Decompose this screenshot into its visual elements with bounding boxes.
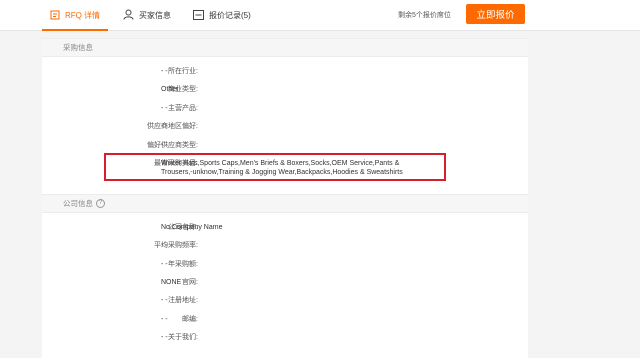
tab-quote-records[interactable]: 报价记录(5) — [193, 0, 251, 31]
row-value: - - — [161, 105, 168, 112]
row-value: - - — [161, 123, 168, 130]
question-circle-icon[interactable]: ? — [96, 199, 105, 208]
tab-rfq-label: RFQ 详情 — [64, 11, 101, 20]
row-value: - - — [161, 68, 168, 75]
rfq-detail-panel: 采购信息 所在行业: - - 商业类型: Other 主营产品: - - 供应商… — [42, 38, 528, 358]
row-value: No Company Name — [161, 224, 223, 231]
quote-list-icon — [193, 9, 204, 22]
user-icon — [123, 9, 134, 22]
row-value: NONE — [161, 279, 182, 286]
company-info-heading: 公司信息 ? — [42, 194, 528, 213]
row-value: - - — [161, 316, 168, 323]
row-value: - - — [161, 142, 168, 149]
row-value: - - — [161, 261, 168, 268]
document-icon — [50, 10, 60, 22]
tab-rfq-details[interactable]: RFQ 详情 — [42, 0, 108, 31]
quote-now-button[interactable]: 立即报价 — [466, 4, 525, 24]
tab-buyer-label: 买家信息 — [139, 11, 171, 20]
top-nav-bar: RFQ 详情 买家信息 报价记录(5) 剩余5个报价席位 立即报价 — [0, 0, 640, 31]
remaining-quote-slots: 剩余5个报价席位 — [398, 12, 451, 19]
tab-buyer-info[interactable]: 买家信息 — [123, 0, 171, 31]
purchase-info-title: 采购信息 — [63, 43, 93, 52]
tab-quotes-label: 报价记录(5) — [209, 11, 251, 20]
purchase-info-heading: 采购信息 — [42, 38, 528, 57]
company-info-title: 公司信息 — [63, 199, 93, 208]
row-value: - - — [161, 242, 168, 249]
row-value: - - — [161, 297, 168, 304]
row-value: - - — [161, 334, 168, 341]
row-value: Other — [161, 86, 179, 93]
highlight-box — [104, 153, 446, 181]
